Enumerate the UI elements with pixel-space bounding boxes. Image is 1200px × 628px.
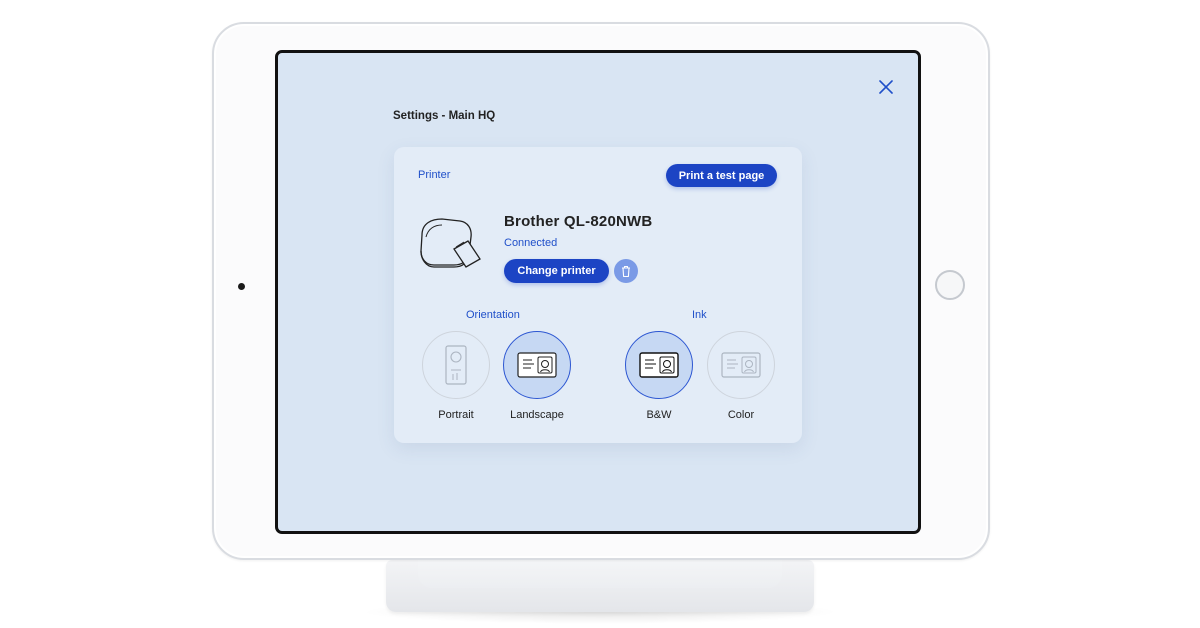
page-title: Settings - Main HQ — [393, 110, 496, 122]
label-printer-icon — [420, 218, 481, 268]
printer-section-label: Printer — [418, 169, 451, 181]
portrait-badge-icon — [445, 345, 467, 385]
orientation-label: Orientation — [466, 309, 520, 321]
orientation-portrait-option[interactable] — [422, 331, 490, 399]
color-badge-icon — [721, 352, 761, 378]
portrait-label: Portrait — [438, 409, 474, 421]
printer-name: Brother QL-820NWB — [504, 213, 653, 230]
landscape-label: Landscape — [510, 409, 564, 421]
delete-printer-button[interactable] — [614, 259, 638, 283]
tablet-screen: Settings - Main HQ Printer Print a test … — [275, 50, 921, 534]
print-test-page-button[interactable]: Print a test page — [666, 164, 777, 187]
landscape-badge-icon — [517, 352, 557, 378]
orientation-landscape-option[interactable] — [503, 331, 571, 399]
trash-icon — [622, 265, 630, 277]
ink-color-option[interactable] — [707, 331, 775, 399]
ink-bw-option[interactable] — [625, 331, 693, 399]
printer-settings-card: Printer Print a test page Brother QL-820… — [394, 147, 802, 443]
color-label: Color — [727, 409, 755, 421]
printer-status: Connected — [504, 237, 558, 249]
change-printer-button[interactable]: Change printer — [504, 259, 609, 283]
ink-label: Ink — [692, 309, 707, 321]
home-button[interactable] — [935, 270, 965, 300]
bw-badge-icon — [639, 352, 679, 378]
bw-label: B&W — [646, 409, 672, 421]
camera-dot — [238, 283, 245, 290]
close-icon[interactable] — [878, 79, 894, 95]
